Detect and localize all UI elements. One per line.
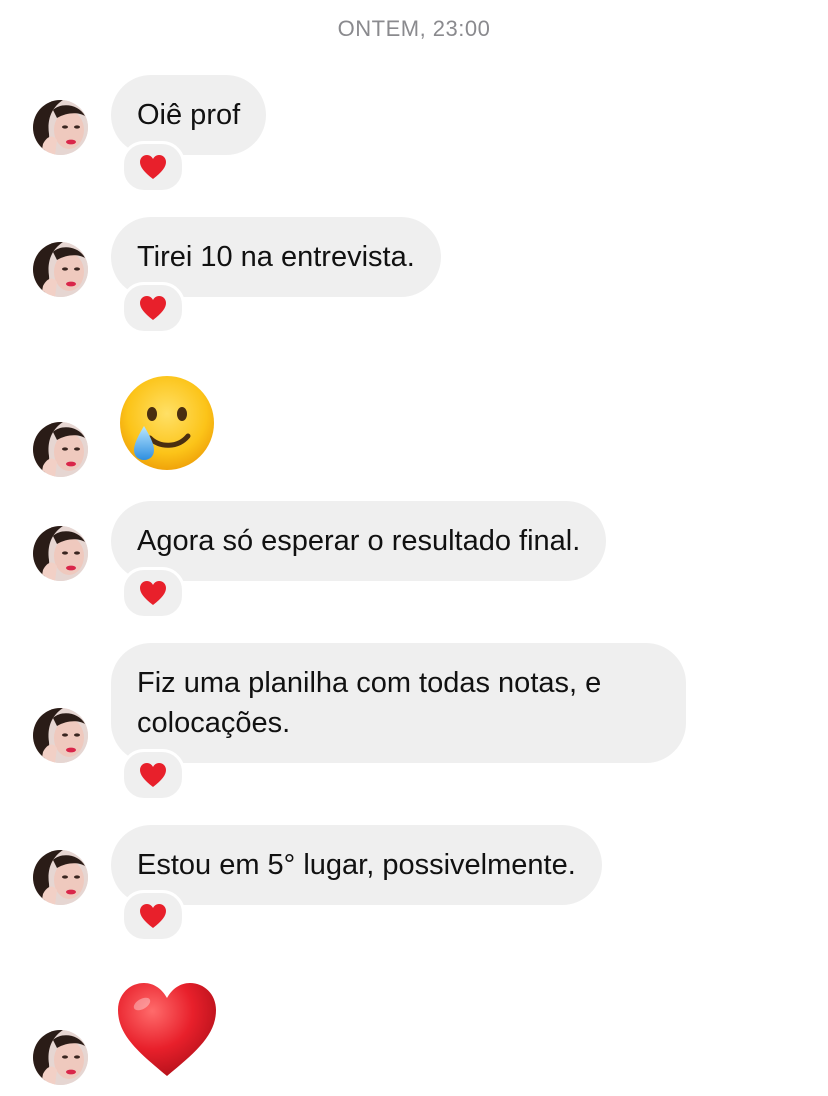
sender-avatar[interactable] [33, 242, 88, 297]
sender-avatar[interactable] [33, 100, 88, 155]
message-bubble[interactable]: Agora só esperar o resultado final. [111, 501, 607, 581]
smiling-face-with-tear-icon[interactable] [116, 374, 218, 479]
sender-avatar[interactable] [33, 850, 88, 905]
heart-reaction[interactable] [121, 141, 185, 193]
heart-reaction[interactable] [121, 567, 185, 619]
conversation-timestamp: ONTEM, 23:00 [337, 16, 491, 41]
sender-avatar[interactable] [33, 708, 88, 763]
heart-reaction[interactable] [121, 282, 185, 334]
sender-avatar[interactable] [33, 526, 88, 581]
red-heart-icon[interactable] [116, 980, 218, 1085]
chat-thread: ONTEM, 23:00 Oiê prof Tirei 10 na entrev… [0, 0, 828, 1096]
sender-avatar[interactable] [33, 422, 88, 477]
sender-avatar[interactable] [33, 1030, 88, 1085]
heart-icon [140, 296, 166, 320]
heart-reaction[interactable] [121, 749, 185, 801]
heart-icon [140, 155, 166, 179]
heart-icon [140, 763, 166, 787]
heart-reaction[interactable] [121, 890, 185, 942]
heart-icon [140, 904, 166, 928]
message-bubble[interactable]: Fiz uma planilha com todas notas, e colo… [111, 643, 686, 763]
message-bubble[interactable]: Estou em 5° lugar, possivelmente. [111, 825, 602, 905]
heart-icon [140, 581, 166, 605]
